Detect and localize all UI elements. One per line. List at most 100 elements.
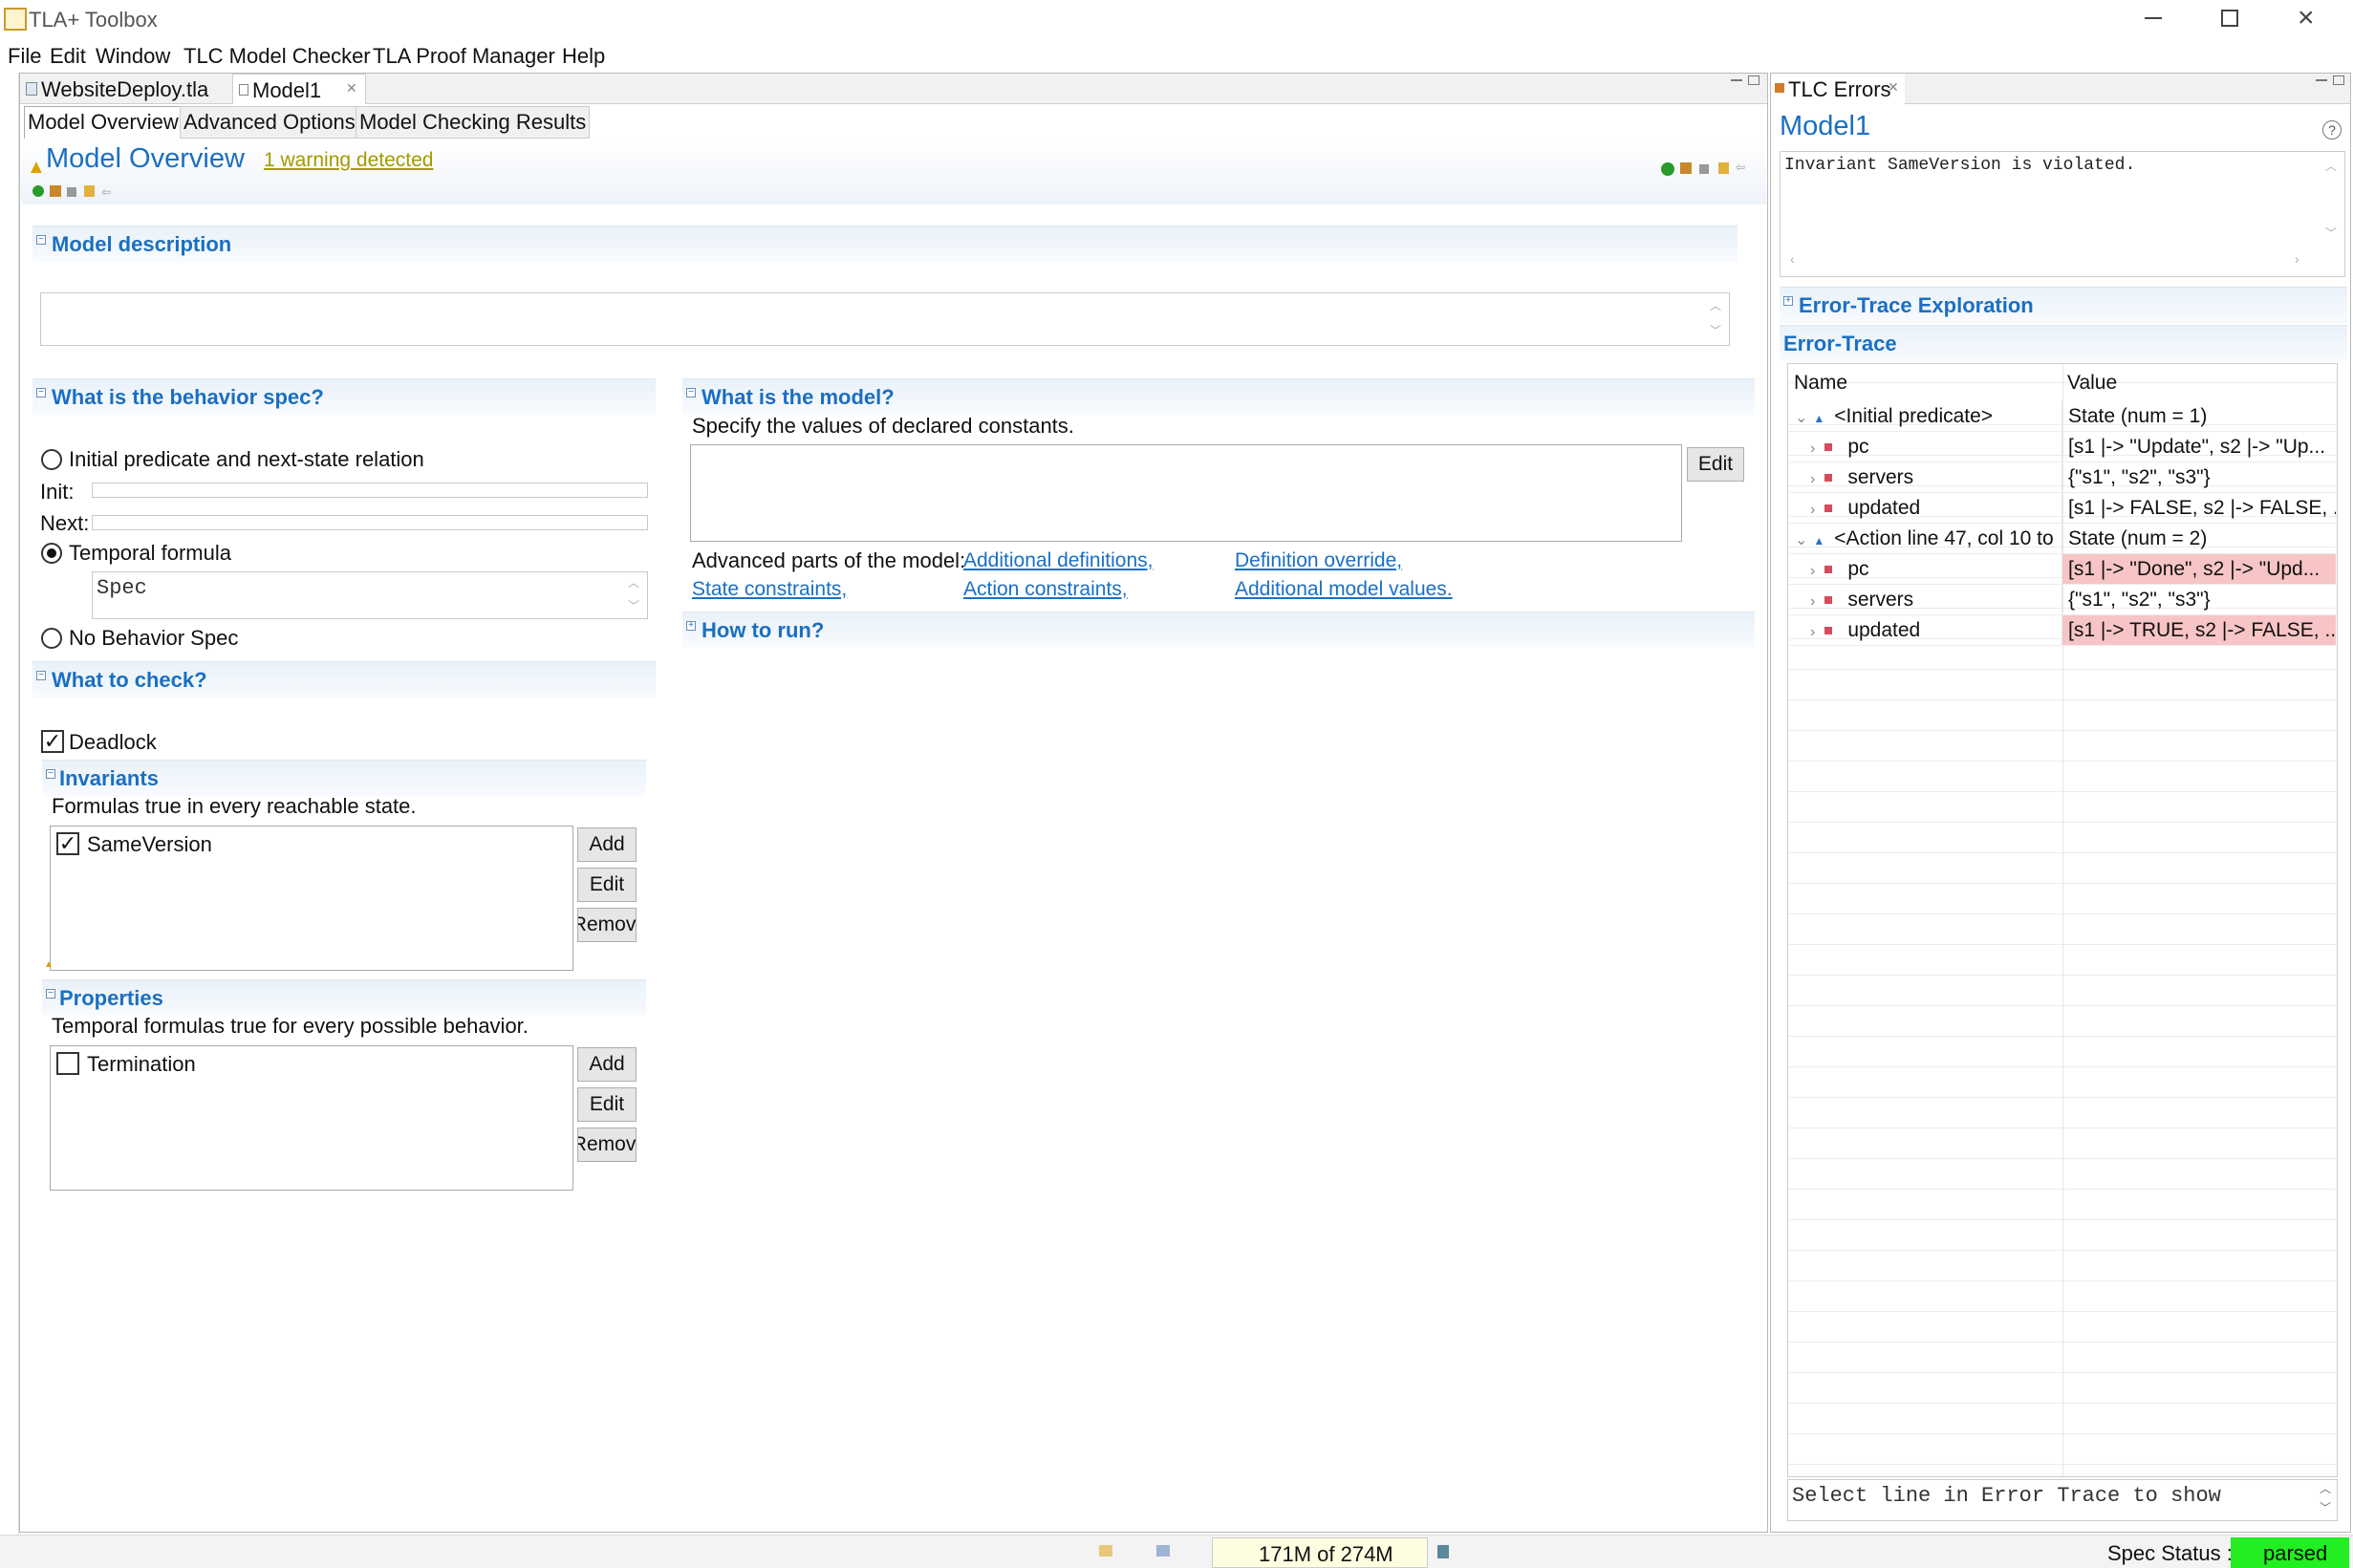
column-header-value[interactable]: Value (2067, 372, 2117, 395)
invariants-list[interactable]: ✓ SameVersion (50, 826, 573, 971)
menu-tlc-model-checker[interactable]: TLC Model Checker (183, 44, 371, 69)
scroll-down-icon[interactable]: ﹀ (628, 597, 639, 613)
table-row[interactable]: ⌄ ▲ <Action line 47, col 10 to State (num … (1789, 524, 2336, 554)
collapse-icon[interactable]: − (686, 388, 696, 397)
list-item[interactable]: Termination (54, 1050, 437, 1079)
init-next-radio[interactable] (41, 449, 62, 470)
table-row[interactable]: › pc [s1 |-> "Update", s2 |-> "Up... (1789, 432, 2336, 462)
error-trace-exploration-header[interactable]: + Error-Trace Exploration (1780, 287, 2347, 323)
add-property-button[interactable]: Add (577, 1047, 637, 1082)
additional-model-values-link[interactable]: Additional model values. (1235, 578, 1453, 601)
menu-file[interactable]: File (8, 44, 41, 69)
chevron-right-icon[interactable]: › (1810, 440, 1815, 457)
constants-table[interactable] (690, 444, 1682, 542)
edit-property-button[interactable]: Edit (577, 1087, 637, 1122)
tab-model1[interactable]: Model1 ✕ (232, 74, 366, 104)
chevron-right-icon[interactable]: › (1810, 471, 1815, 487)
properties-header[interactable]: − Properties (42, 979, 646, 1016)
definition-override-link[interactable]: Definition override, (1235, 549, 1402, 572)
maximize-view-icon[interactable] (2333, 75, 2344, 85)
table-row[interactable]: ⌄ ▲ <Initial predicate> State (num = 1) (1789, 401, 2336, 432)
properties-list[interactable]: Termination (50, 1045, 573, 1191)
deadlock-checkbox[interactable]: ✓ (41, 730, 64, 753)
menu-help[interactable]: Help (562, 44, 605, 69)
chevron-right-icon[interactable]: › (1810, 563, 1815, 579)
run-icon-right[interactable] (1661, 162, 1674, 176)
expand-icon[interactable]: + (1783, 296, 1793, 306)
lock-icon-right[interactable] (1718, 162, 1729, 174)
scroll-up-icon[interactable]: ︿ (2325, 158, 2337, 174)
tab-model-overview[interactable]: Model Overview (24, 106, 183, 139)
chevron-right-icon[interactable]: › (1810, 624, 1815, 640)
temporal-formula-radio[interactable] (41, 543, 62, 564)
scroll-down-icon[interactable]: ﹀ (2325, 225, 2337, 241)
minimize-view-icon[interactable] (1731, 79, 1742, 81)
additional-definitions-link[interactable]: Additional definitions, (963, 549, 1153, 572)
tab-advanced-options[interactable]: Advanced Options (180, 106, 359, 139)
remove-invariant-button[interactable]: Remove (577, 908, 637, 942)
table-row[interactable]: › servers {"s1", "s2", "s3"} (1789, 585, 2336, 615)
collapse-icon[interactable]: − (36, 671, 46, 680)
collapse-icon[interactable]: − (36, 388, 46, 397)
column-header-name[interactable]: Name (1794, 372, 1847, 395)
close-icon[interactable]: × (2298, 2, 2315, 34)
menu-tla-proof-manager[interactable]: TLA Proof Manager (373, 44, 555, 69)
list-item[interactable]: ✓ SameVersion (54, 830, 437, 859)
error-message-box[interactable]: Invariant SameVersion is violated. ︿ ﹀ ‹… (1780, 151, 2345, 277)
run-debug-icon-right[interactable] (1680, 162, 1692, 174)
model-description-header[interactable]: − Model description (32, 226, 1738, 262)
back-icon[interactable]: ⇦ (101, 185, 111, 199)
remove-property-button[interactable]: Remove (577, 1128, 637, 1162)
help-icon[interactable]: ? (2322, 120, 2342, 140)
scroll-up-icon[interactable]: ︿ (628, 574, 639, 591)
expand-icon[interactable]: + (686, 621, 696, 631)
scroll-left-icon[interactable]: ‹ (1790, 251, 1795, 267)
warning-link[interactable]: 1 warning detected (264, 149, 433, 172)
property-checkbox[interactable] (56, 1052, 79, 1075)
maximize-view-icon[interactable] (1748, 75, 1759, 85)
what-is-model-header[interactable]: − What is the model? (682, 378, 1755, 415)
table-row[interactable]: › updated [s1 |-> TRUE, s2 |-> FALSE, ... (1789, 615, 2336, 646)
table-row[interactable]: › updated [s1 |-> FALSE, s2 |-> FALSE, ..… (1789, 493, 2336, 524)
status-icon-2[interactable] (1156, 1545, 1170, 1557)
collapse-icon[interactable]: − (46, 989, 55, 999)
temporal-formula-field[interactable]: Spec ︿ ﹀ (92, 571, 648, 619)
chevron-down-icon[interactable]: ⌄ (1795, 532, 1807, 548)
menu-edit[interactable]: Edit (50, 44, 86, 69)
action-constraints-link[interactable]: Action constraints, (963, 578, 1128, 601)
next-field[interactable] (92, 515, 648, 530)
edit-constant-button[interactable]: Edit (1687, 447, 1744, 482)
lock-icon[interactable] (84, 185, 95, 197)
run-debug-icon[interactable] (50, 185, 61, 197)
minimize-view-icon[interactable] (2316, 79, 2327, 81)
restore-icon[interactable] (2221, 10, 2238, 27)
how-to-run-header[interactable]: + How to run? (682, 612, 1755, 648)
run-icon[interactable] (32, 185, 44, 197)
tab-close-icon[interactable]: ✕ (346, 80, 357, 97)
scroll-up-icon[interactable]: ︿ (1710, 297, 1721, 313)
table-row[interactable]: › servers {"s1", "s2", "s3"} (1789, 462, 2336, 493)
table-row[interactable]: › pc [s1 |-> "Done", s2 |-> "Upd... (1789, 554, 2336, 585)
tab-close-icon[interactable]: ✕ (1888, 79, 1899, 96)
add-invariant-button[interactable]: Add (577, 827, 637, 862)
stop-icon[interactable] (67, 187, 76, 197)
tab-model-checking-results[interactable]: Model Checking Results (356, 106, 591, 139)
scroll-right-icon[interactable]: › (2295, 251, 2299, 267)
heap-status[interactable]: 171M of 274M (1212, 1537, 1428, 1568)
trace-detail-box[interactable]: Select line in Error Trace to show ︿ ﹀ (1787, 1479, 2338, 1521)
tab-tlc-errors[interactable]: TLC Errors ✕ (1771, 74, 1905, 104)
menu-window[interactable]: Window (96, 44, 170, 69)
init-field[interactable] (92, 483, 648, 498)
status-icon-1[interactable] (1099, 1545, 1112, 1557)
state-constraints-link[interactable]: State constraints, (692, 578, 847, 601)
invariants-header[interactable]: − Invariants (42, 760, 646, 796)
minimize-icon[interactable] (2145, 17, 2162, 19)
stop-icon-right[interactable] (1699, 164, 1709, 174)
collapse-icon[interactable]: − (46, 769, 55, 779)
scroll-down-icon[interactable]: ﹀ (1710, 322, 1721, 338)
tab-websitedeploy[interactable]: WebsiteDeploy.tla (22, 74, 232, 104)
chevron-down-icon[interactable]: ⌄ (1795, 410, 1807, 426)
edit-invariant-button[interactable]: Edit (577, 868, 637, 902)
chevron-right-icon[interactable]: › (1810, 593, 1815, 610)
scroll-down-icon[interactable]: ﹀ (2320, 1499, 2331, 1515)
